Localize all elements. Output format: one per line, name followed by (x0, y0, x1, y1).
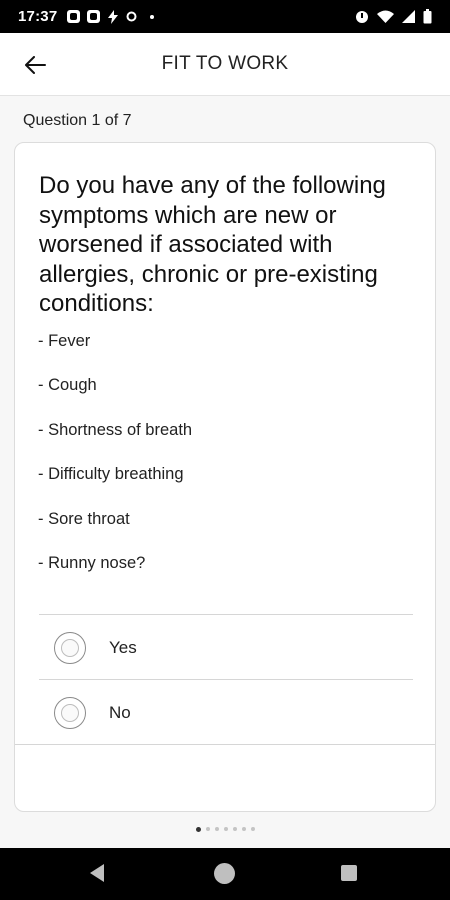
option-yes[interactable]: Yes (39, 616, 413, 680)
page-title: FIT TO WORK (161, 53, 289, 74)
question-text: Do you have any of the following symptom… (39, 172, 386, 317)
symptom-item: - Cough (38, 376, 97, 395)
back-triangle-icon[interactable] (90, 864, 104, 882)
page-dot (241, 827, 246, 831)
page-dot-active (195, 826, 201, 832)
wifi-icon (377, 10, 394, 23)
arrow-left-icon (25, 56, 46, 74)
page-dot (214, 827, 219, 831)
page-dot (232, 827, 237, 831)
alarm-icon (356, 10, 368, 23)
symptom-item: - Runny nose? (38, 553, 146, 572)
symptom-item: - Shortness of breath (38, 420, 193, 439)
divider (15, 744, 435, 745)
notification-square-icon (87, 10, 101, 23)
signal-icon (402, 10, 415, 23)
notification-square-icon (67, 10, 81, 23)
notification-icons (67, 9, 155, 24)
page-dot (223, 827, 228, 831)
page-indicator (0, 822, 450, 836)
status-time: 17:37 (18, 8, 58, 25)
option-no[interactable]: No (39, 681, 413, 745)
symptom-list: - Fever - Cough - Shortness of breath - … (38, 331, 192, 597)
option-label-no: No (109, 703, 131, 722)
lightning-icon (108, 9, 119, 24)
symptom-item: - Difficulty breathing (38, 465, 184, 484)
status-bar: 17:37 (0, 0, 450, 33)
system-icons (355, 9, 432, 24)
question-counter: Question 1 of 7 (23, 112, 132, 129)
question-card: Do you have any of the following symptom… (14, 142, 436, 812)
divider (39, 614, 413, 615)
home-circle-icon[interactable] (214, 863, 235, 884)
divider (39, 679, 413, 680)
system-nav-bar (0, 848, 450, 900)
recents-square-icon[interactable] (341, 865, 357, 881)
circle-icon (126, 11, 137, 22)
page-dot (205, 827, 210, 831)
dot-icon (150, 14, 155, 19)
battery-icon (423, 9, 432, 24)
radio-button-no[interactable] (54, 697, 86, 729)
option-label-yes: Yes (109, 638, 137, 657)
app-bar: FIT TO WORK (0, 33, 450, 96)
symptom-item: - Fever (38, 332, 91, 350)
back-button[interactable] (20, 51, 50, 79)
page-dot (250, 827, 255, 831)
radio-button-yes[interactable] (54, 632, 86, 664)
symptom-item: - Sore throat (38, 509, 130, 528)
